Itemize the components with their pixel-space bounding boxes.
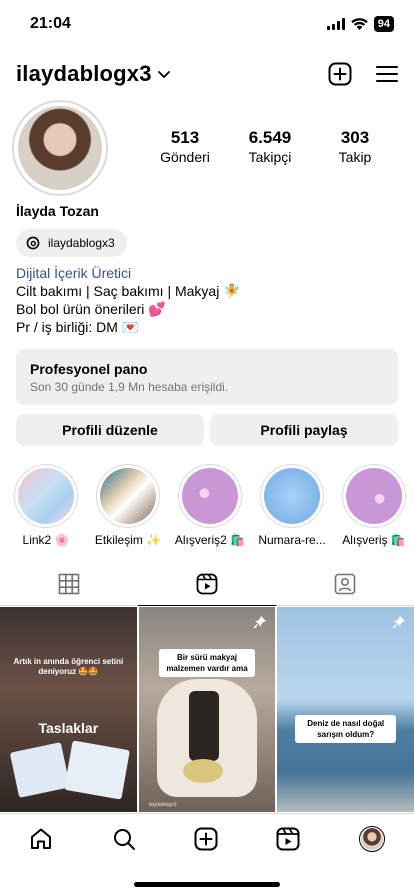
highlight-item[interactable]: Alışveriş2 🛍️ — [170, 464, 250, 547]
profile-nav-avatar[interactable] — [358, 825, 385, 852]
avatar — [360, 827, 383, 850]
profile-avatar[interactable] — [12, 100, 108, 196]
profile-header: ilaydablogx3 — [16, 58, 398, 90]
bio-category: Dijital İçerik Üretici — [16, 265, 132, 281]
profile-photo — [18, 106, 102, 190]
pin-icon — [392, 616, 406, 629]
stat-following-value: 303 — [340, 128, 370, 147]
highlight-cover — [100, 468, 156, 524]
chevron-down-icon[interactable] — [157, 71, 170, 79]
username-switcher[interactable]: ilaydablogx3 — [16, 61, 152, 87]
stat-posts[interactable]: 513 Gönderi — [150, 128, 220, 166]
highlight-item[interactable]: Numara-re... — [252, 464, 332, 547]
content-tabs — [0, 562, 414, 606]
bio-line: Bol bol ürün önerileri 💕 — [16, 301, 166, 317]
post-caption: Bir sürü makyaj malzemen vardır ama — [158, 649, 256, 677]
bottom-nav — [0, 813, 414, 863]
tab-tagged[interactable] — [276, 562, 414, 605]
reels-tab-icon — [196, 573, 218, 594]
stat-followers[interactable]: 6.549 Takipçi — [220, 128, 320, 166]
signal-icon — [326, 18, 345, 30]
stat-followers-label: Takipçi — [248, 149, 292, 165]
post-caption: Deniz de nasıl doğal sarışın oldum? — [295, 715, 397, 743]
stat-posts-label: Gönderi — [160, 149, 210, 165]
stat-posts-value: 513 — [170, 128, 200, 147]
drafts-label: Taslaklar — [38, 720, 99, 736]
highlight-item[interactable]: Alışveriş 🛍️ — [334, 464, 414, 547]
pin-icon — [253, 616, 267, 629]
grid-icon — [58, 573, 80, 594]
share-profile-button[interactable]: Profili paylaş — [210, 414, 398, 446]
reels-icon[interactable] — [276, 827, 300, 851]
grid-post[interactable]: Deniz de nasıl doğal sarışın oldum? — [277, 607, 414, 812]
bio-line: Cilt bakımı | Saç bakımı | Makyaj 🧚 — [16, 283, 241, 299]
threads-badge[interactable]: ilaydablogx3 — [16, 229, 127, 257]
grid-post[interactable]: Bir sürü makyaj malzemen vardır ama ilay… — [138, 607, 276, 812]
highlight-cover — [264, 468, 320, 524]
compact — [182, 759, 223, 783]
home-icon[interactable] — [29, 827, 53, 851]
product-box — [9, 742, 71, 798]
highlight-item[interactable]: Etkileşim ✨ — [88, 464, 168, 547]
profile-stats: 513 Gönderi 6.549 Takipçi 303 Takip — [150, 128, 400, 166]
product-box — [64, 740, 130, 800]
bio-line: Pr / iş birliği: DM 💌 — [16, 319, 140, 335]
tagged-icon — [334, 573, 356, 594]
tab-reels[interactable] — [138, 562, 276, 606]
grid-post[interactable]: Artık in anında öğrenci setini deniyoruz… — [0, 607, 137, 812]
menu-icon[interactable] — [376, 65, 398, 83]
full-name: İlayda Tozan — [16, 203, 99, 219]
threads-icon — [26, 236, 40, 250]
search-icon[interactable] — [112, 827, 136, 851]
highlight-cover — [18, 468, 74, 524]
stat-following[interactable]: 303 Takip — [320, 128, 390, 166]
edit-profile-button[interactable]: Profili düzenle — [16, 414, 204, 446]
highlight-item[interactable]: Link2 🌸 — [6, 464, 86, 547]
post-caption: Artık in anında öğrenci setini deniyoruz… — [13, 657, 124, 676]
highlight-cover — [182, 468, 238, 524]
professional-dashboard[interactable]: Profesyonel pano Son 30 günde 1,9 Mn hes… — [16, 349, 398, 405]
stat-following-label: Takip — [338, 149, 372, 165]
stat-followers-value: 6.549 — [248, 128, 292, 147]
create-icon[interactable] — [194, 827, 218, 851]
home-indicator — [134, 882, 280, 887]
highlight-label: Alışveriş2 🛍️ — [174, 533, 246, 547]
post-watermark: ilaydablogx3 — [148, 802, 177, 808]
highlight-cover — [346, 468, 402, 524]
battery-indicator: 94 — [373, 16, 394, 32]
highlight-label: Numara-re... — [258, 533, 326, 547]
story-highlights: Link2 🌸 Etkileşim ✨ Alışveriş2 🛍️ Numara… — [0, 464, 414, 554]
palette — [188, 691, 219, 761]
highlight-label: Link2 🌸 — [22, 533, 70, 547]
shore — [277, 772, 414, 812]
highlight-label: Alışveriş 🛍️ — [342, 533, 406, 547]
reels-grid: Artık in anında öğrenci setini deniyoruz… — [0, 607, 414, 812]
tab-grid[interactable] — [0, 562, 138, 605]
profile-actions: Profili düzenle Profili paylaş — [16, 414, 398, 446]
dashboard-title: Profesyonel pano — [30, 361, 148, 377]
highlight-label: Etkileşim ✨ — [94, 533, 162, 547]
create-post-icon[interactable] — [328, 62, 352, 86]
threads-handle: ilaydablogx3 — [48, 236, 115, 250]
status-time: 21:04 — [30, 15, 71, 32]
status-indicators: 94 — [326, 16, 394, 32]
wifi-icon — [350, 18, 368, 30]
bio: Dijital İçerik Üretici Cilt bakımı | Saç… — [16, 264, 241, 336]
dashboard-subtitle: Son 30 günde 1,9 Mn hesaba erişildi. — [30, 380, 229, 394]
status-bar: 21:04 94 — [0, 0, 414, 48]
